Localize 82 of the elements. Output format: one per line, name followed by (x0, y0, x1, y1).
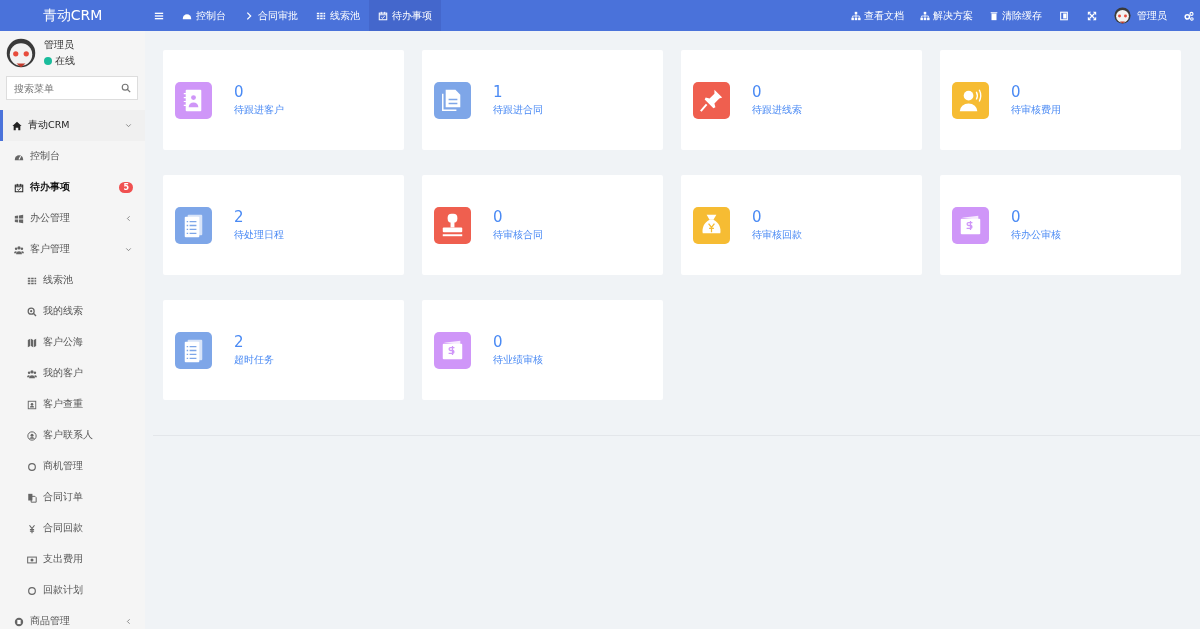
avatar (6, 38, 36, 68)
sidebar-item[interactable]: 客户联系人 (0, 420, 145, 451)
chevron-down-icon (124, 245, 133, 254)
calendar-icon (14, 182, 24, 193)
sidebar-item[interactable]: 客户查重 (0, 389, 145, 420)
windows-icon (14, 213, 24, 224)
search-icon (27, 306, 37, 317)
nav-tab[interactable]: 控制台 (173, 0, 235, 31)
sidebar-item[interactable]: 合同回款 (0, 513, 145, 544)
files-icon (27, 492, 37, 503)
count-value: 0 (234, 83, 245, 101)
count-value: 0 (752, 208, 763, 226)
count-label: 待审核合同 (493, 228, 543, 242)
sidebar-item[interactable]: 控制台 (0, 141, 145, 172)
toolbar-link[interactable]: 解决方案 (912, 0, 981, 31)
chevron-left-icon (124, 214, 133, 223)
contact-card-icon (27, 399, 37, 410)
count-value: 1 (493, 83, 504, 101)
calendar-icon (378, 10, 388, 21)
toolbar-link[interactable]: 清除缓存 (981, 0, 1050, 31)
count-value: 0 (493, 208, 504, 226)
count-label: 待跟进合同 (493, 103, 543, 117)
chevron-down-icon (124, 121, 133, 130)
money-icon (27, 554, 37, 565)
count-label: 待审核回款 (752, 228, 802, 242)
sidebar-item[interactable]: 青动CRM (0, 110, 145, 141)
toolbar-link[interactable]: 查看文档 (843, 0, 912, 31)
avatar (1114, 7, 1131, 24)
nav-tab[interactable]: 线索池 (307, 0, 369, 31)
sidebar-item[interactable]: 支出费用 (0, 544, 145, 575)
grid-icon (316, 10, 326, 21)
chevron-left-icon (124, 617, 133, 626)
online-status: 在线 (44, 54, 75, 68)
trash-icon (989, 10, 999, 21)
count-badge: 5 (119, 182, 133, 193)
sidebar-item[interactable]: 我的线索 (0, 296, 145, 327)
count-label: 待业绩审核 (493, 353, 543, 367)
sidebar-item[interactable]: 商品管理 (0, 606, 145, 629)
circle-icon (27, 461, 37, 472)
gears-icon (1184, 10, 1194, 21)
count-value: 0 (1011, 83, 1022, 101)
count-value: 0 (1011, 208, 1022, 226)
book-icon (1059, 10, 1069, 21)
count-label: 待跟进线索 (752, 103, 802, 117)
count-label: 超时任务 (234, 353, 274, 367)
sitemap-icon (920, 10, 930, 21)
user-menu[interactable]: 管理员 (1106, 0, 1175, 31)
sidebar-item[interactable]: 合同订单 (0, 482, 145, 513)
count-label: 待办公审核 (1011, 228, 1061, 242)
logo-text: 青动CRM (41, 6, 104, 25)
count-label: 待跟进客户 (234, 103, 284, 117)
sitemap-icon (851, 10, 861, 21)
nav-tab[interactable]: 待办事项 (369, 0, 441, 31)
sidebar-item[interactable]: 线索池 (0, 265, 145, 296)
user-circle-icon (27, 430, 37, 441)
count-value: 0 (752, 83, 763, 101)
fullscreen-icon (1087, 10, 1097, 21)
home-icon (12, 120, 22, 131)
count-value: 2 (234, 208, 245, 226)
circle-icon (27, 585, 37, 596)
sidebar-item[interactable]: 客户公海 (0, 327, 145, 358)
count-value: 0 (493, 333, 504, 351)
grid-icon (27, 275, 37, 286)
yen-icon (27, 523, 37, 534)
sidebar-item[interactable]: 商机管理 (0, 451, 145, 482)
sidebar-item[interactable]: 办公管理 (0, 203, 145, 234)
sidebar-item[interactable]: 回款计划 (0, 575, 145, 606)
count-label: 待处理日程 (234, 228, 284, 242)
count-value: 2 (234, 333, 245, 351)
users-icon (14, 244, 24, 255)
count-label: 待审核费用 (1011, 103, 1061, 117)
search-icon (121, 83, 131, 93)
nav-tab[interactable]: 合同审批 (235, 0, 307, 31)
search-field[interactable]: 搜索菜单 (6, 76, 138, 100)
user-name: 管理员 (44, 38, 75, 52)
chevron-right-icon (244, 10, 254, 21)
map-icon (27, 337, 37, 348)
users-icon (27, 368, 37, 379)
sidebar-item[interactable]: 我的客户 (0, 358, 145, 389)
sidebar-item[interactable]: 客户管理 (0, 234, 145, 265)
menu-icon (154, 10, 164, 21)
sidebar-item[interactable]: 待办事项 5 (0, 172, 145, 203)
